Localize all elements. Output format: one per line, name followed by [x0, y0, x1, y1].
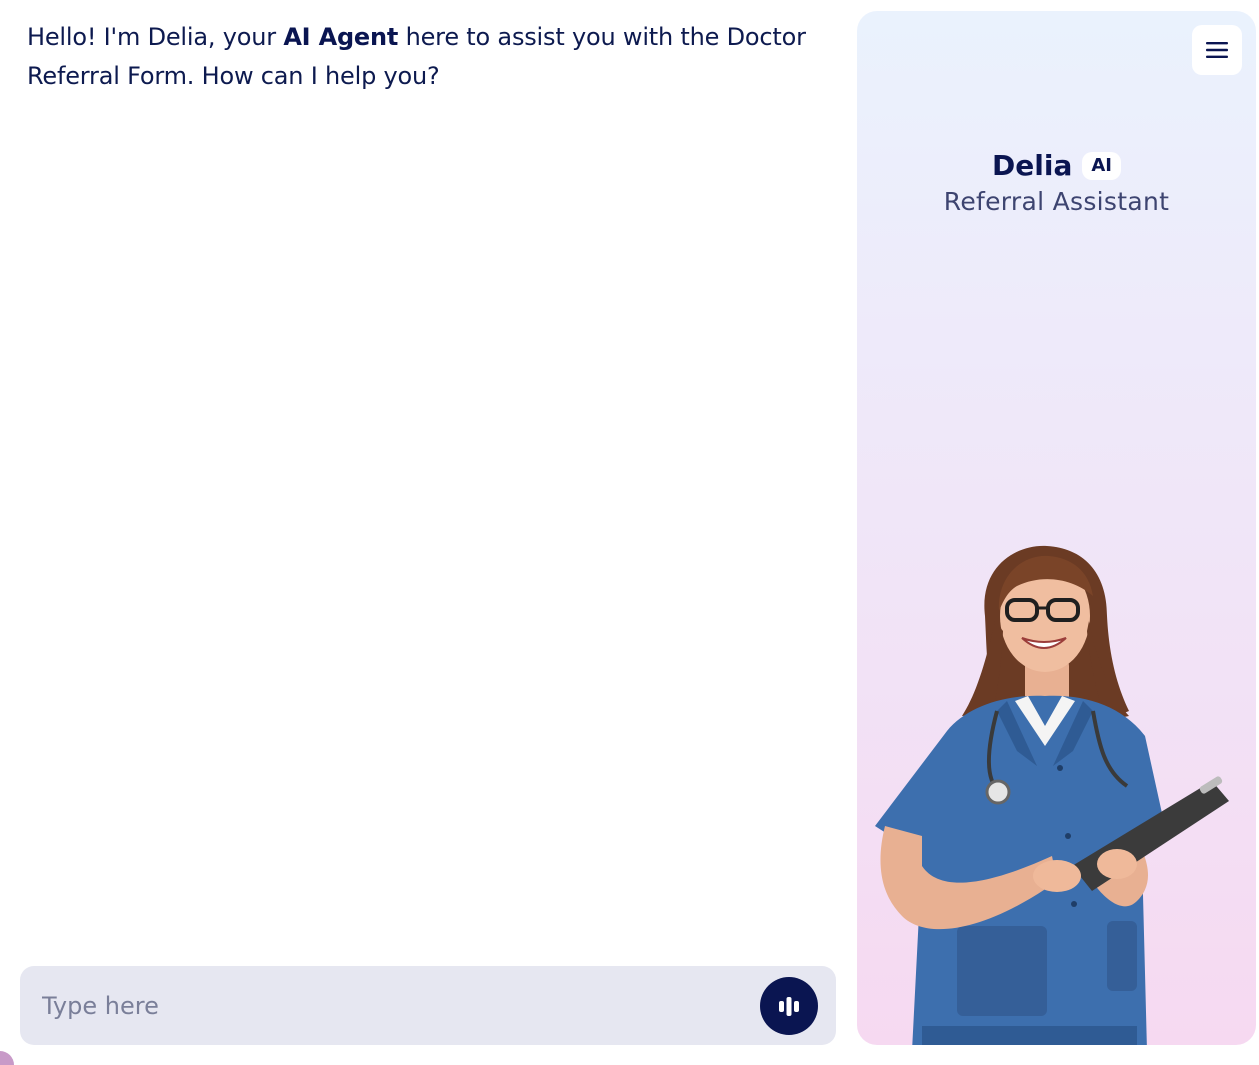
agent-name-row: Delia AI: [857, 149, 1256, 182]
ai-badge: AI: [1082, 151, 1121, 180]
agent-role: Referral Assistant: [943, 187, 1170, 216]
audio-wave-icon: [779, 997, 799, 1016]
assistant-profile-panel: Delia AI Referral Assistant: [857, 11, 1256, 1045]
message-input[interactable]: [42, 966, 742, 1045]
nurse-avatar-illustration: [875, 545, 1229, 1045]
voice-input-button[interactable]: [760, 977, 818, 1035]
greeting-prefix: Hello! I'm Delia, your: [27, 23, 284, 51]
chat-area: Hello! I'm Delia, your AI Agent here to …: [0, 0, 845, 1065]
assistant-greeting-message: Hello! I'm Delia, your AI Agent here to …: [27, 18, 817, 96]
menu-button[interactable]: [1192, 25, 1242, 75]
app-page: Hello! I'm Delia, your AI Agent here to …: [0, 0, 1259, 1065]
agent-name: Delia: [992, 149, 1073, 182]
greeting-bold-text: AI Agent: [283, 23, 399, 51]
hamburger-menu-icon: [1206, 42, 1228, 58]
message-input-bar: [20, 966, 836, 1045]
